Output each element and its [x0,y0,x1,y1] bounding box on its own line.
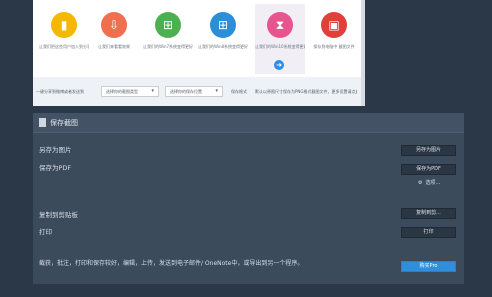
app-label: 让我们把这些用户加入到分享 [39,44,89,49]
download-icon: ⇩ [101,12,127,38]
preview-scrollbar[interactable] [361,0,365,106]
buy-pro-button[interactable]: 购买Pro [401,261,456,272]
app-item-5[interactable]: ⧗ 让我们的Win10系统变得更好 ➜ [255,4,305,74]
location-dropdown-value: 选择你的保存位置 [170,89,202,94]
panel-header: 保存截图 [33,113,464,133]
app-label: 让我们的Win7系统变得更好 [143,44,193,49]
app-strip: ▮ 让我们把这些用户加入到分享 ⇩ 让我们来看看效果 ⊞ 让我们的Win7系统变… [33,0,365,77]
options-left-text: 一键分享到微博或者发送到 [36,89,84,94]
print-label: 打印 [39,228,52,236]
capture-options-bar: 一键分享到微博或者发送到 选择你的截图类型 ▾ 选择你的保存位置 ▾ 保存格式 … [33,77,361,106]
app-item-2[interactable]: ⇩ 让我们来看看效果 [89,4,139,74]
windows-icon: ⊞ [155,12,181,38]
app-list: ▮ 让我们把这些用户加入到分享 ⇩ 让我们来看看效果 ⊞ 让我们的Win7系统变… [33,4,359,76]
panel-title: 保存截图 [50,119,78,127]
app-item-1[interactable]: ▮ 让我们把这些用户加入到分享 [39,4,89,74]
chevron-down-icon: ▾ [215,88,218,94]
clipboard-button[interactable]: 复制到剪... [401,208,456,219]
type-dropdown[interactable]: 选择你的截图类型 ▾ [101,86,159,97]
pdf-settings-link[interactable]: ⚙ 选项... [418,179,440,186]
save-image-button[interactable]: 另存为图片 [401,145,456,156]
hourglass-icon: ⧗ [267,12,293,38]
app-item-4[interactable]: ⊞ 让我们的Win8系统变得更好 [198,4,248,74]
pdf-settings-label: 选项... [425,180,441,186]
pro-description: 截获，批注，打印和保存较好，编辑，上传，发送到电子邮件/ OneNote中，或导… [39,260,304,267]
app-item-6[interactable]: ▣ 保存到电脑中 截图文件 [309,4,359,74]
type-dropdown-value: 选择你的截图类型 [106,89,138,94]
save-icon: ▣ [321,12,347,38]
app-label: 让我们的Win10系统变得更好 [255,44,305,49]
save-panel: 保存截图 另存为图片 另存为图片 保存为PDF 保存为PDF ⚙ 选项... 复制… [33,113,464,284]
format-label: 保存格式 [231,89,247,94]
save-pdf-label: 保存为PDF [39,164,72,172]
print-button[interactable]: 打印 [401,227,456,238]
app-label: 让我们的Win8系统变得更好 [198,44,248,49]
app-item-3[interactable]: ⊞ 让我们的Win7系统变得更好 [143,4,193,74]
arrow-right-icon[interactable]: ➜ [274,60,284,70]
options-right-text[interactable]: 默认以原图尺寸保存为PNG格式截图文件，更多设置请点此 [255,89,357,95]
clipboard-label: 复制到剪贴板 [39,211,78,219]
save-image-label: 另存为图片 [39,146,72,154]
save-pdf-button[interactable]: 保存为PDF [401,164,456,175]
document-icon: ▮ [51,12,77,38]
app-label: 让我们来看看效果 [98,44,130,49]
gear-icon: ⚙ [418,180,423,186]
app-label: 保存到电脑中 截图文件 [313,44,355,49]
capture-preview: ▮ 让我们把这些用户加入到分享 ⇩ 让我们来看看效果 ⊞ 让我们的Win7系统变… [33,0,365,106]
document-icon [39,118,46,127]
chevron-down-icon: ▾ [151,88,154,94]
location-dropdown[interactable]: 选择你的保存位置 ▾ [165,86,223,97]
windows-icon: ⊞ [210,12,236,38]
